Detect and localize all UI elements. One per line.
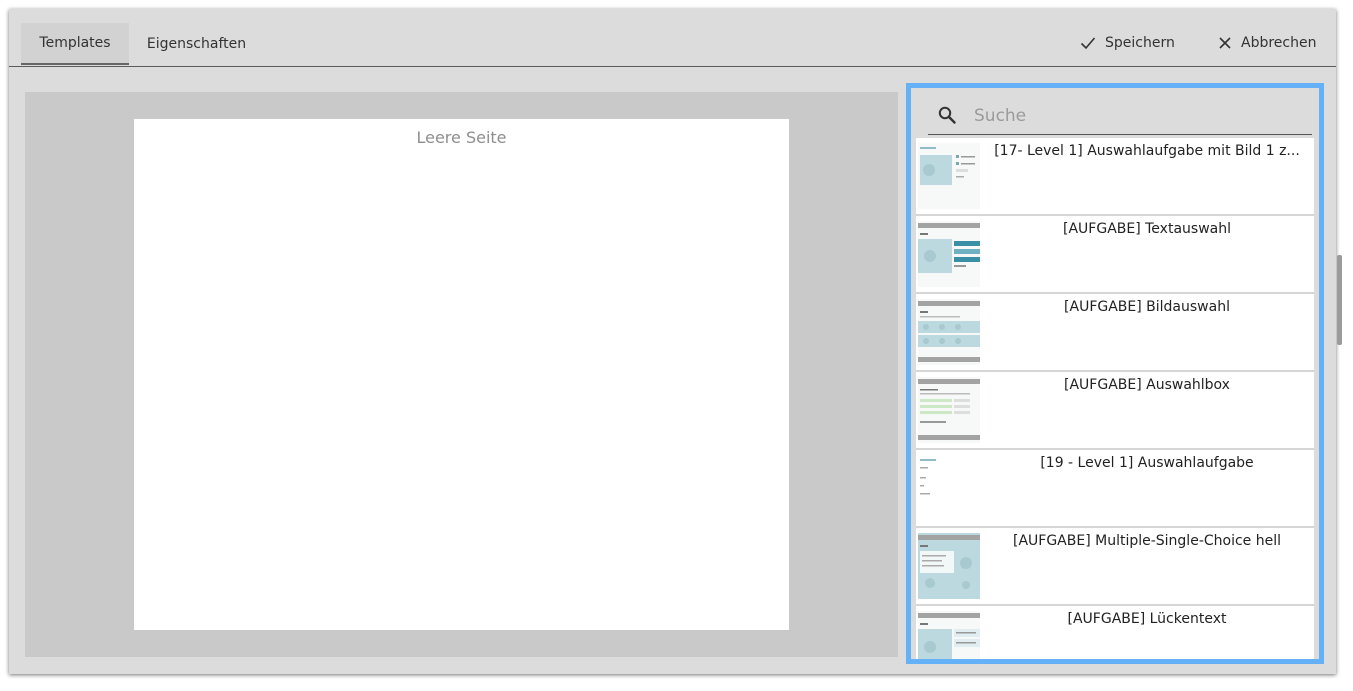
template-thumbnail [918, 377, 980, 443]
scrollbar-thumb[interactable] [1337, 255, 1342, 345]
template-dialog: Templates Eigenschaften Speichern Abbrec… [9, 9, 1342, 674]
save-button-label: Speichern [1105, 35, 1175, 51]
tab-templates-label: Templates [39, 35, 111, 51]
template-item-label: [AUFGABE] Bildauswahl [1064, 299, 1230, 315]
scrollbar[interactable] [1336, 9, 1345, 674]
template-thumbnail [918, 221, 980, 287]
template-item-label: [17- Level 1] Auswahlaufgabe mit Bild 1 … [994, 143, 1300, 159]
tab-templates[interactable]: Templates [21, 23, 129, 65]
template-item[interactable]: [AUFGABE] Textauswahl [916, 216, 1314, 294]
template-item[interactable]: [AUFGABE] Multiple-Single-Choice hell [916, 528, 1314, 606]
tab-eigenschaften-label: Eigenschaften [146, 36, 247, 52]
search-bar [928, 96, 1312, 135]
template-thumbnail [918, 611, 980, 659]
template-panel: [17- Level 1] Auswahlaufgabe mit Bild 1 … [906, 83, 1324, 664]
close-icon [1219, 37, 1231, 49]
template-item-label: [AUFGABE] Textauswahl [1063, 221, 1231, 237]
template-thumbnail [918, 299, 980, 365]
search-icon [938, 106, 956, 124]
page-preview-label: Leere Seite [416, 128, 507, 147]
tab-eigenschaften[interactable]: Eigenschaften [134, 23, 259, 65]
template-item[interactable]: [AUFGABE] Auswahlbox [916, 372, 1314, 450]
template-thumbnail [918, 455, 980, 521]
cancel-button-label: Abbrechen [1241, 35, 1317, 51]
page-preview-area: Leere Seite [25, 92, 898, 657]
template-item-label: [19 - Level 1] Auswahlaufgabe [1040, 455, 1254, 471]
check-icon [1080, 37, 1096, 50]
save-button[interactable]: Speichern [1080, 31, 1175, 55]
template-item-label: [AUFGABE] Auswahlbox [1064, 377, 1230, 393]
dialog-header: Templates Eigenschaften Speichern Abbrec… [9, 9, 1336, 67]
page-preview: Leere Seite [134, 119, 789, 630]
search-input[interactable] [972, 102, 1306, 130]
template-list[interactable]: [17- Level 1] Auswahlaufgabe mit Bild 1 … [916, 138, 1314, 659]
template-item[interactable]: [AUFGABE] Bildauswahl [916, 294, 1314, 372]
template-item[interactable]: [19 - Level 1] Auswahlaufgabe [916, 450, 1314, 528]
template-thumbnail [918, 533, 980, 599]
template-thumbnail [918, 143, 980, 209]
template-item-label: [AUFGABE] Lückentext [1067, 611, 1227, 627]
template-item[interactable]: [AUFGABE] Lückentext [916, 606, 1314, 659]
template-item[interactable]: [17- Level 1] Auswahlaufgabe mit Bild 1 … [916, 138, 1314, 216]
cancel-button[interactable]: Abbrechen [1218, 31, 1316, 55]
template-item-label: [AUFGABE] Multiple-Single-Choice hell [1012, 533, 1281, 549]
